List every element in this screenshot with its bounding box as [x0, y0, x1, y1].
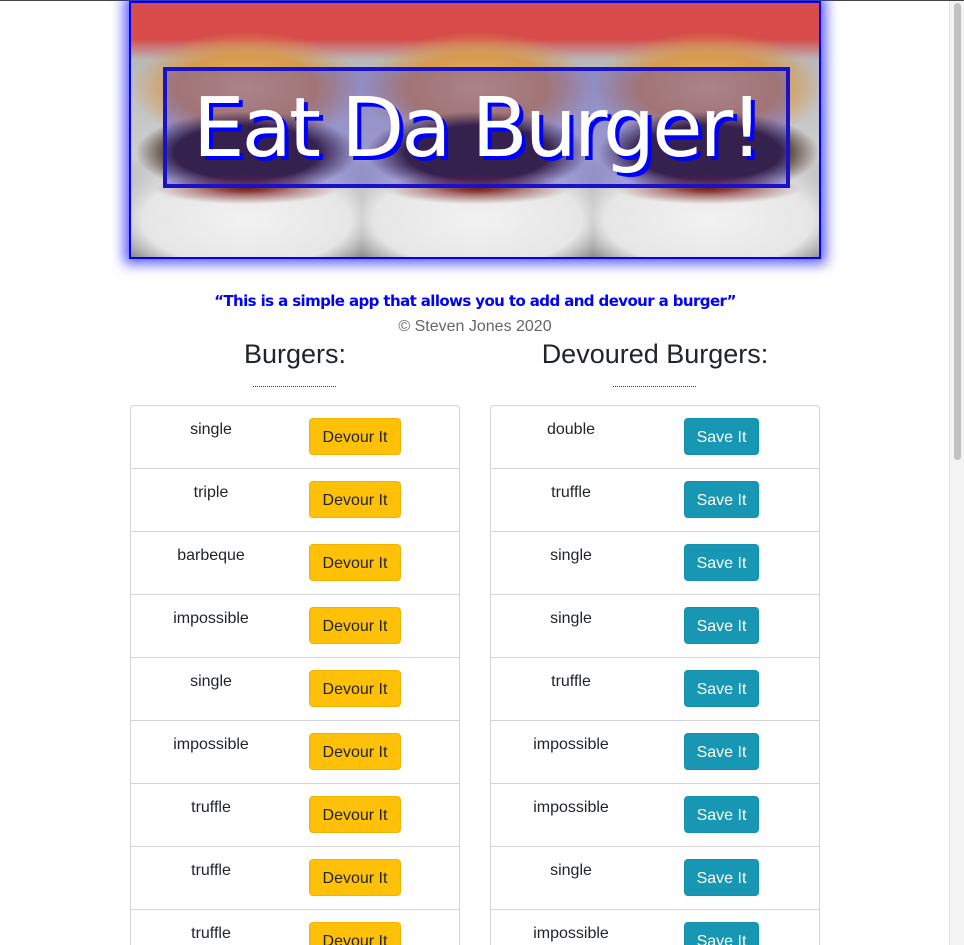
devoured-row: single Save It	[491, 595, 819, 658]
save-button[interactable]: Save It	[684, 544, 759, 581]
burger-name: truffle	[551, 673, 591, 690]
burger-name: impossible	[533, 925, 609, 942]
devoured-row: truffle Save It	[491, 469, 819, 532]
devoured-row: impossible Save It	[491, 721, 819, 784]
burger-row: barbeque Devour It	[131, 532, 459, 595]
save-button[interactable]: Save It	[684, 859, 759, 896]
burger-row: truffle Devour It	[131, 910, 459, 945]
devoured-row: double Save It	[491, 406, 819, 469]
save-button[interactable]: Save It	[684, 796, 759, 833]
devoured-row: single Save It	[491, 847, 819, 910]
burger-name: truffle	[191, 925, 231, 942]
copyright: © Steven Jones 2020	[398, 318, 552, 335]
save-button[interactable]: Save It	[684, 922, 759, 945]
burger-name: double	[546, 421, 596, 438]
title-box: Eat Da Burger!	[163, 67, 790, 188]
burger-name: truffle	[191, 862, 231, 879]
devour-button[interactable]: Devour It	[309, 481, 401, 518]
devour-button[interactable]: Devour It	[309, 733, 401, 770]
devour-button[interactable]: Devour It	[309, 670, 401, 707]
burger-name: single	[550, 862, 592, 879]
burger-row: single Devour It	[131, 658, 459, 721]
devour-button[interactable]: Devour It	[309, 544, 401, 581]
save-button[interactable]: Save It	[684, 607, 759, 644]
burger-name: impossible	[533, 736, 609, 753]
burger-row: impossible Devour It	[131, 595, 459, 658]
burger-row: impossible Devour It	[131, 721, 459, 784]
burger-row: truffle Devour It	[131, 847, 459, 910]
burger-name: single	[190, 421, 232, 438]
devour-button[interactable]: Devour It	[309, 922, 401, 945]
save-button[interactable]: Save It	[684, 670, 759, 707]
burger-name: barbeque	[177, 547, 245, 564]
devoured-row: impossible Save It	[491, 784, 819, 847]
burger-name: single	[550, 610, 592, 627]
hero-banner: Eat Da Burger!	[129, 1, 821, 259]
devour-button[interactable]: Devour It	[309, 859, 401, 896]
burgers-heading: Burgers:	[243, 339, 347, 369]
burger-name: truffle	[191, 799, 231, 816]
burger-name: impossible	[173, 610, 249, 627]
burger-row: triple Devour It	[131, 469, 459, 532]
burger-row: single Devour It	[131, 406, 459, 469]
devoured-row: truffle Save It	[491, 658, 819, 721]
burger-name: impossible	[173, 736, 249, 753]
burger-name: impossible	[533, 799, 609, 816]
devoured-row: impossible Save It	[491, 910, 819, 945]
save-button[interactable]: Save It	[684, 733, 759, 770]
save-button[interactable]: Save It	[684, 481, 759, 518]
devour-button[interactable]: Devour It	[309, 607, 401, 644]
devoured-row: single Save It	[491, 532, 819, 595]
burgers-list: single Devour It triple Devour It barbeq…	[130, 405, 460, 945]
page: Eat Da Burger! “This is a simple app tha…	[0, 0, 964, 945]
scrollbar-thumb[interactable]	[954, 3, 961, 460]
tagline: “This is a simple app that allows you to…	[214, 292, 736, 310]
divider	[613, 386, 696, 387]
save-button[interactable]: Save It	[684, 418, 759, 455]
burger-row: truffle Devour It	[131, 784, 459, 847]
divider	[253, 386, 336, 387]
burger-name: single	[550, 547, 592, 564]
devoured-list: double Save It truffle Save It single Sa…	[490, 405, 820, 945]
burger-name: truffle	[551, 484, 591, 501]
devour-button[interactable]: Devour It	[309, 796, 401, 833]
devoured-heading: Devoured Burgers:	[541, 339, 769, 369]
burger-name: single	[190, 673, 232, 690]
scrollbar[interactable]	[949, 1, 964, 945]
devour-button[interactable]: Devour It	[309, 418, 401, 455]
page-title: Eat Da Burger!	[192, 81, 763, 176]
burger-name: triple	[193, 484, 229, 501]
